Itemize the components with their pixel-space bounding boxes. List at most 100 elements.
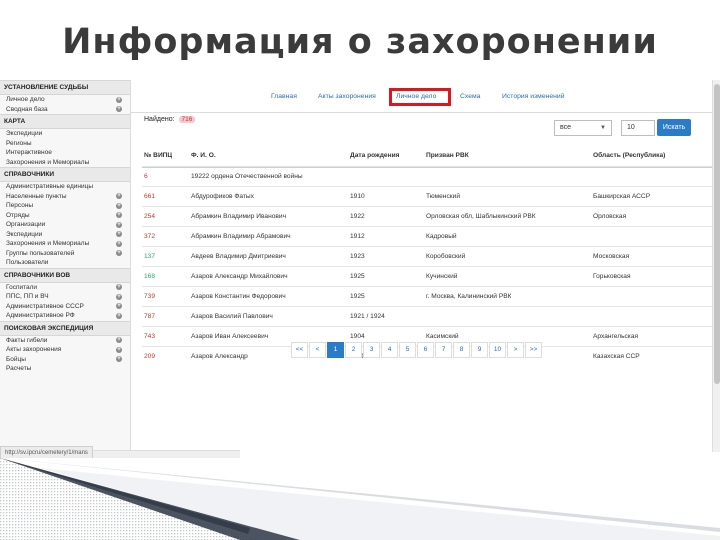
row-id-link[interactable]: 168 xyxy=(144,273,155,280)
table-cell: 1912 xyxy=(350,233,365,240)
plus-icon[interactable]: + xyxy=(116,293,122,300)
plus-icon[interactable]: + xyxy=(116,96,122,103)
scrollbar-thumb[interactable] xyxy=(714,84,720,384)
tab-2[interactable]: Акты захоронения xyxy=(318,93,376,100)
app-screenshot: Установление судьбы Личное дело + Сводная б… xyxy=(0,80,720,458)
plus-icon[interactable]: + xyxy=(116,221,122,228)
table-cell: Кадровый xyxy=(426,233,457,240)
sidebar-item-label: ППС, ПП и ВЧ xyxy=(6,293,49,300)
page-button[interactable]: < xyxy=(309,342,326,358)
plus-icon[interactable]: + xyxy=(116,240,122,247)
row-id-link[interactable]: 787 xyxy=(144,313,155,320)
sidebar-item[interactable]: Госпитали + xyxy=(0,283,130,293)
plus-icon[interactable]: + xyxy=(116,193,122,199)
table-cell: Башкирская АССР xyxy=(593,193,651,200)
page-button[interactable]: 4 xyxy=(381,342,398,358)
row-id-link[interactable]: 661 xyxy=(144,193,155,200)
sidebar-item[interactable]: Интерактивное xyxy=(0,148,130,158)
row-id-link[interactable]: 209 xyxy=(144,353,155,360)
plus-icon[interactable]: + xyxy=(116,284,122,290)
row-id-link[interactable]: 372 xyxy=(144,233,155,240)
row-id-link[interactable]: 739 xyxy=(144,293,155,300)
sidebar-item-label: Интерактивное xyxy=(6,149,52,156)
sidebar-item[interactable]: Отряды + xyxy=(0,211,130,221)
filter-select[interactable]: все ▼ xyxy=(554,120,612,136)
column-header[interactable]: Ф. И. О. xyxy=(191,152,216,159)
sidebar-item[interactable]: Пользователи xyxy=(0,258,130,268)
table-row[interactable]: 661 Абдурофиков Фатых 1910 Тюменский Башкирс… xyxy=(142,186,718,207)
table-row[interactable]: 739 Азаров Константин Федорович 1925 г. Мос… xyxy=(142,286,718,307)
sidebar-item[interactable]: Организации + xyxy=(0,220,130,230)
plus-icon[interactable]: + xyxy=(116,346,122,353)
sidebar-item[interactable]: Персоны + xyxy=(0,201,130,211)
sidebar-item[interactable]: Акты захоронения + xyxy=(0,345,130,355)
column-header[interactable]: Призван РВК xyxy=(426,152,469,159)
plus-icon[interactable]: + xyxy=(116,312,122,319)
vertical-scrollbar[interactable] xyxy=(712,80,720,452)
tab-5[interactable]: История изменений xyxy=(502,93,565,100)
table-row[interactable]: 787 Азаров Василий Павлович 1921 / 1924 xyxy=(142,306,718,327)
page-button[interactable]: 9 xyxy=(471,342,488,358)
column-header[interactable]: Дата рождения xyxy=(350,152,399,159)
search-button[interactable]: Искать xyxy=(657,119,691,136)
column-header[interactable]: Область (Республика) xyxy=(593,152,665,159)
sidebar-item[interactable]: Личное дело + xyxy=(0,95,130,105)
tab-4[interactable]: Схема xyxy=(460,93,480,100)
sidebar-item-label: Бойцы xyxy=(6,355,26,363)
plus-icon[interactable]: + xyxy=(116,106,122,112)
sidebar-item[interactable]: Захоронения и Мемориалы + xyxy=(0,239,130,249)
page-size-input[interactable]: 10 xyxy=(621,120,655,136)
sidebar-item[interactable]: Бойцы + xyxy=(0,355,130,365)
row-id-link[interactable]: 254 xyxy=(144,213,155,220)
plus-icon[interactable]: + xyxy=(116,337,122,343)
page-button[interactable]: >> xyxy=(525,342,542,358)
page-button[interactable]: 8 xyxy=(453,342,470,358)
sidebar-item-label: Захоронения и Мемориалы xyxy=(6,158,90,166)
sidebar-item[interactable]: Факты гибели + xyxy=(0,336,130,346)
column-header[interactable]: № ВИПЦ xyxy=(144,152,172,159)
sidebar-item[interactable]: Сводная база + xyxy=(0,105,130,115)
row-id-link[interactable]: 137 xyxy=(144,253,155,260)
sidebar-item[interactable]: Группы пользователей + xyxy=(0,249,130,259)
sidebar-item[interactable]: Населенные пункты + xyxy=(0,192,130,202)
table-row[interactable]: 372 Абрамкин Владимир Абрамович 1912 Кадров… xyxy=(142,226,718,247)
sidebar-item[interactable]: Экспедиции + xyxy=(0,230,130,240)
table-cell: Казахская ССР xyxy=(593,353,640,360)
tab-3[interactable]: Личное дело xyxy=(396,93,436,100)
page-button[interactable]: 1 xyxy=(327,342,344,358)
page-button[interactable]: 2 xyxy=(345,342,362,358)
plus-icon[interactable]: + xyxy=(116,202,122,209)
table-cell: 19222 ордена Отечественной войны xyxy=(191,173,303,180)
plus-icon[interactable]: + xyxy=(116,303,122,309)
sidebar-item[interactable]: Административное РФ + xyxy=(0,311,130,321)
table-row[interactable]: 254 Абрамкин Владимир Иванович 1922 Орловск… xyxy=(142,206,718,227)
table-cell: Авдеев Владимир Дмитриевич xyxy=(191,253,286,260)
row-id-link[interactable]: 743 xyxy=(144,333,155,340)
page-button[interactable]: 6 xyxy=(417,342,434,358)
sidebar-item[interactable]: Административное СССР + xyxy=(0,302,130,312)
tab-1[interactable]: Главная xyxy=(271,93,297,100)
page-button[interactable]: 5 xyxy=(399,342,416,358)
sidebar-item[interactable]: ППС, ПП и ВЧ + xyxy=(0,292,130,302)
page-button[interactable]: 7 xyxy=(435,342,452,358)
sidebar-section-heading: Справочники ВОВ xyxy=(0,267,130,283)
sidebar-item[interactable]: Регионы xyxy=(0,139,130,149)
sidebar-item[interactable]: Экспедиции xyxy=(0,129,130,139)
sidebar-item[interactable]: Захоронения и Мемориалы xyxy=(0,158,130,168)
table-row[interactable]: 137 Авдеев Владимир Дмитриевич 1923 Коробов… xyxy=(142,246,718,267)
page-button[interactable]: << xyxy=(291,342,308,358)
page-button[interactable]: 10 xyxy=(489,342,506,358)
sidebar-item[interactable]: Административные единицы xyxy=(0,182,130,192)
sidebar-item-label: Административное СССР xyxy=(6,302,84,310)
page-button[interactable]: 3 xyxy=(363,342,380,358)
sidebar-item[interactable]: Расчеты xyxy=(0,364,130,374)
plus-icon[interactable]: + xyxy=(116,250,122,256)
table-row[interactable]: 6 19222 ордена Отечественной войны xyxy=(142,166,718,187)
plus-icon[interactable]: + xyxy=(116,231,122,237)
plus-icon[interactable]: + xyxy=(116,212,122,218)
plus-icon[interactable]: + xyxy=(116,356,122,362)
row-id-link[interactable]: 6 xyxy=(144,173,148,180)
sidebar-item-label: Экспедиции xyxy=(6,130,43,137)
table-row[interactable]: 168 Азаров Александр Михайлович 1925 Кучинс… xyxy=(142,266,718,287)
page-button[interactable]: > xyxy=(507,342,524,358)
